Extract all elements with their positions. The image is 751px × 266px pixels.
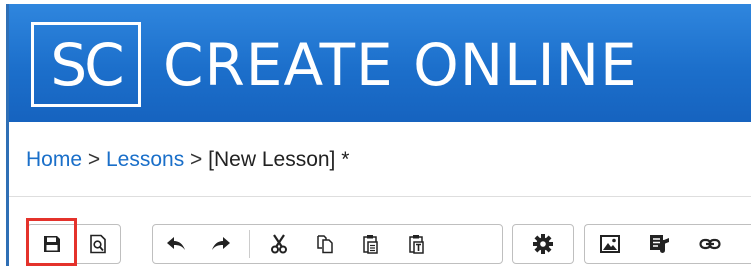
editor-toolbar bbox=[9, 218, 751, 266]
undo-icon bbox=[167, 237, 185, 250]
sc-logo[interactable]: SC bbox=[31, 22, 141, 107]
breadcrumb-current: [New Lesson] * bbox=[208, 148, 350, 171]
breadcrumb-separator: > bbox=[87, 148, 106, 171]
undo-button[interactable] bbox=[153, 225, 199, 263]
settings-button[interactable] bbox=[513, 225, 573, 263]
redo-button[interactable] bbox=[199, 225, 243, 263]
breadcrumb-home-link[interactable]: Home bbox=[26, 148, 82, 171]
paste-icon bbox=[363, 235, 378, 254]
cut-button[interactable] bbox=[256, 225, 302, 263]
paste-text-icon bbox=[409, 235, 424, 254]
save-button-highlight bbox=[26, 218, 77, 266]
breadcrumb-lessons-link[interactable]: Lessons bbox=[106, 148, 184, 171]
preview-button[interactable] bbox=[76, 225, 120, 263]
toolbar-separator bbox=[249, 230, 250, 258]
header-banner: SC CREATE ONLINE bbox=[9, 4, 751, 122]
copy-icon bbox=[317, 235, 333, 254]
insert-link-button[interactable] bbox=[685, 225, 735, 263]
insert-image-button[interactable] bbox=[585, 225, 635, 263]
copy-button[interactable] bbox=[302, 225, 348, 263]
toolbar-group-insert bbox=[584, 224, 751, 264]
breadcrumb-separator: > bbox=[190, 148, 209, 171]
toolbar-group-settings bbox=[512, 224, 574, 264]
link-icon bbox=[699, 238, 721, 250]
cut-icon bbox=[271, 234, 287, 254]
paste-button[interactable] bbox=[348, 225, 394, 263]
paste-text-button[interactable] bbox=[394, 225, 440, 263]
breadcrumb: Home > Lessons > [New Lesson] * bbox=[26, 148, 349, 172]
redo-icon bbox=[212, 237, 230, 250]
preview-icon bbox=[90, 234, 106, 254]
media-icon bbox=[650, 235, 669, 253]
toolbar-group-clipboard bbox=[152, 224, 503, 264]
divider bbox=[9, 196, 751, 197]
image-icon bbox=[600, 235, 620, 253]
insert-media-button[interactable] bbox=[635, 225, 685, 263]
app-title: CREATE ONLINE bbox=[163, 30, 638, 99]
gear-icon bbox=[533, 234, 553, 254]
